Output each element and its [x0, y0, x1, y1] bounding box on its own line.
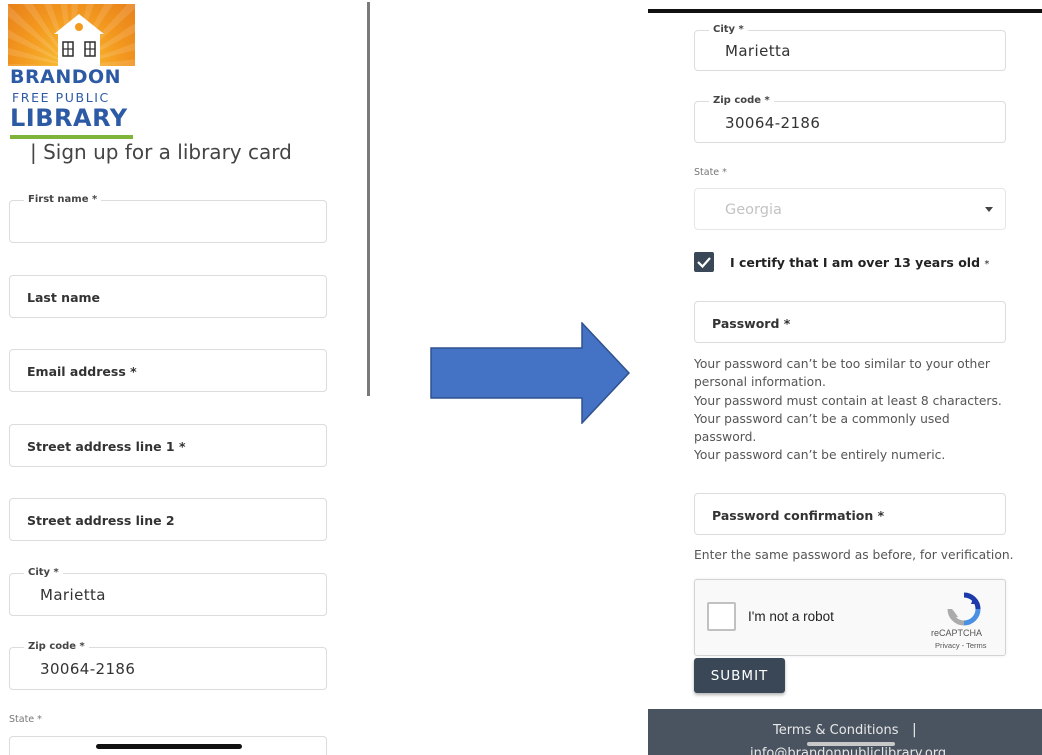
password-help-line: Your password can’t be entirely numeric.: [694, 448, 946, 463]
zip-code-field-right[interactable]: Zip code * 30064-2186: [694, 95, 1006, 143]
footer: Terms & Conditions | info@brandonpublicl…: [648, 709, 1042, 755]
state-label-right: State *: [694, 167, 727, 178]
footer-separator: |: [912, 722, 917, 738]
submit-button[interactable]: SUBMIT: [694, 658, 785, 693]
chevron-down-icon: [985, 207, 993, 212]
footer-email-link[interactable]: info@brandonpubliclibrary.org: [750, 746, 946, 755]
house-icon: [54, 14, 104, 66]
password-help-line: Your password must contain at least 8 ch…: [694, 393, 1002, 408]
zip-code-value: 30064-2186: [40, 660, 136, 678]
state-selected-value: Georgia: [725, 202, 782, 218]
city-field[interactable]: City * Marietta: [9, 567, 327, 616]
checkmark-icon: [697, 257, 711, 269]
home-indicator: [96, 744, 242, 749]
state-select-right[interactable]: Georgia: [694, 188, 1006, 230]
recaptcha-logo-icon: [947, 592, 981, 626]
recaptcha-checkbox[interactable]: [707, 602, 736, 631]
last-name-placeholder: Last name: [27, 290, 101, 305]
password-help-line: Your password can’t be a commonly used: [694, 411, 950, 426]
state-label: State *: [9, 714, 42, 725]
password-confirmation-field[interactable]: Password confirmation *: [694, 493, 1006, 535]
city-label-right: City *: [709, 24, 748, 35]
recaptcha-brand: reCAPTCHA: [931, 628, 983, 638]
recaptcha-widget: I'm not a robot reCAPTCHA Privacy - Term…: [694, 579, 1006, 656]
page-title: | Sign up for a library card: [30, 140, 292, 164]
right-arrow-icon: [430, 322, 630, 424]
password-help-line: password.: [694, 430, 757, 445]
first-name-label: First name *: [24, 194, 102, 205]
logo-underline: [10, 135, 133, 139]
logo-word-brandon: BRANDON: [10, 66, 122, 88]
street-line-1-field[interactable]: Street address line 1 *: [9, 424, 327, 467]
logo-word-free-public: FREE PUBLIC: [12, 90, 110, 105]
password-confirmation-placeholder: Password confirmation *: [712, 508, 885, 523]
last-name-field[interactable]: Last name: [9, 275, 327, 318]
street-line-2-placeholder: Street address line 2: [27, 513, 175, 528]
certify-age-text: I certify that I am over 13 years old: [730, 255, 981, 270]
first-name-field[interactable]: First name *: [9, 194, 327, 243]
street-line-1-placeholder: Street address line 1 *: [27, 439, 186, 454]
email-placeholder: Email address *: [27, 364, 137, 379]
certify-age-checkbox[interactable]: [694, 252, 714, 272]
city-label: City *: [24, 567, 63, 578]
password-help-text: Your password can’t be too similar to yo…: [694, 355, 1002, 465]
password-placeholder: Password *: [712, 316, 791, 331]
confirm-help-text: Enter the same password as before, for v…: [694, 548, 1014, 562]
recaptcha-privacy-terms-link[interactable]: Privacy - Terms: [935, 641, 987, 650]
required-marker: *: [984, 259, 990, 270]
logo-word-library: LIBRARY: [10, 104, 128, 132]
left-screen: BRANDON FREE PUBLIC LIBRARY | Sign up fo…: [0, 0, 345, 755]
panel-divider: [367, 2, 370, 396]
password-field[interactable]: Password *: [694, 301, 1006, 343]
library-logo[interactable]: BRANDON FREE PUBLIC LIBRARY: [8, 4, 135, 140]
email-field[interactable]: Email address *: [9, 349, 327, 392]
password-help-line: Your password can’t be too similar to yo…: [694, 357, 990, 371]
city-field-right[interactable]: City * Marietta: [694, 24, 1006, 71]
street-line-2-field[interactable]: Street address line 2: [9, 498, 327, 541]
zip-code-value-right: 30064-2186: [725, 114, 821, 132]
zip-code-field[interactable]: Zip code * 30064-2186: [9, 641, 327, 690]
recaptcha-label: I'm not a robot: [748, 609, 834, 624]
city-value: Marietta: [40, 586, 106, 604]
zip-code-label-right: Zip code *: [709, 95, 774, 106]
password-help-line: personal information.: [694, 375, 826, 390]
zip-code-label: Zip code *: [24, 641, 89, 652]
terms-link[interactable]: Terms & Conditions: [773, 723, 899, 738]
city-value-right: Marietta: [725, 42, 791, 60]
certify-age-label[interactable]: I certify that I am over 13 years old *: [730, 255, 989, 270]
